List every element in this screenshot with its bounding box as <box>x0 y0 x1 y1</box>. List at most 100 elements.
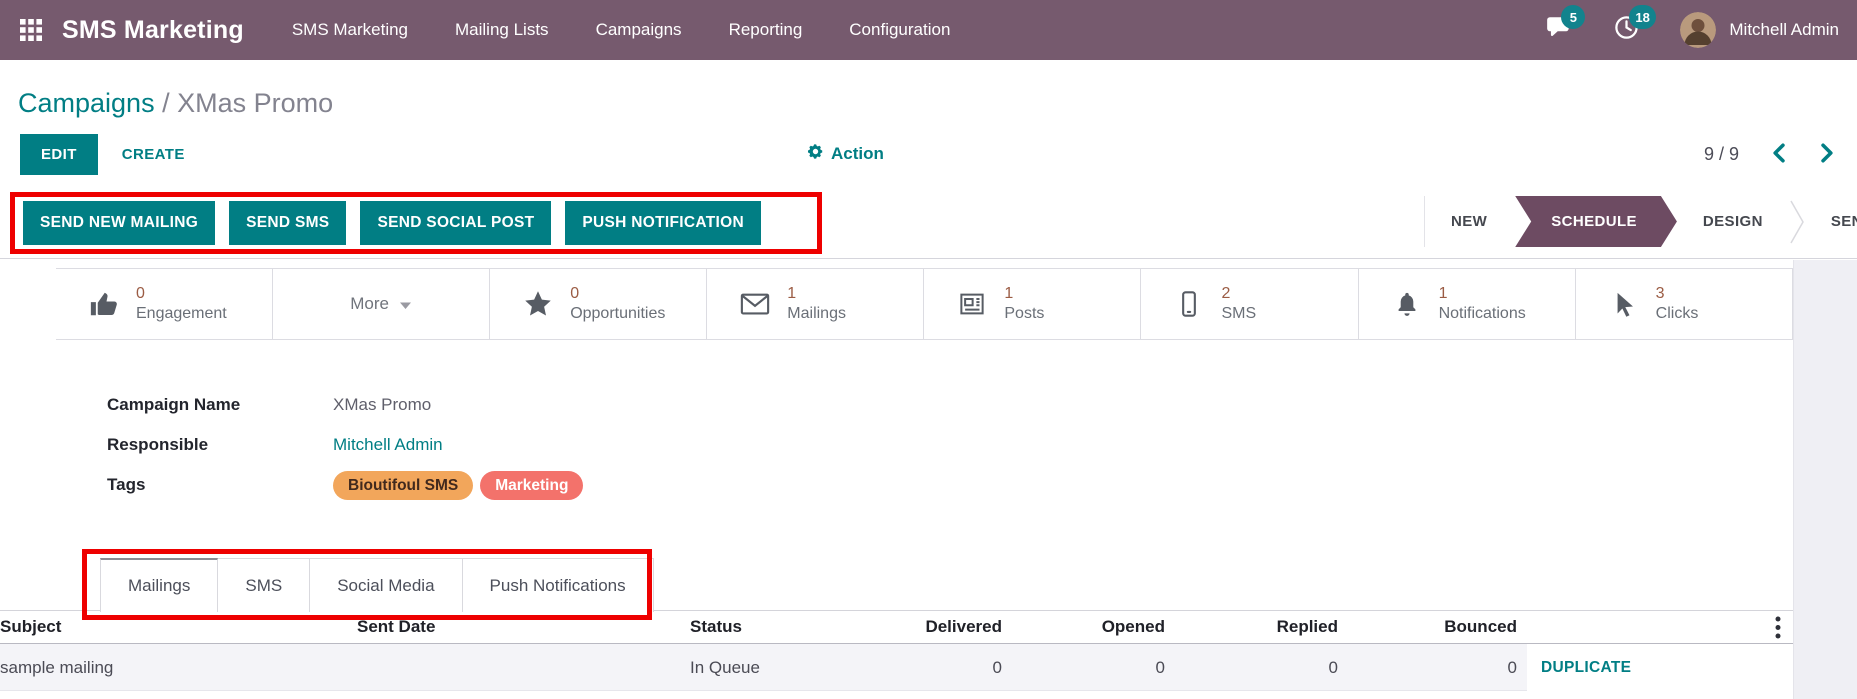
stat-button-posts[interactable]: 1 Posts <box>924 268 1141 340</box>
stat-value: 3 <box>1656 284 1699 304</box>
menu-item-campaigns[interactable]: Campaigns <box>596 20 682 40</box>
send-button-send-social-post[interactable]: SEND SOCIAL POST <box>360 201 551 245</box>
bell-icon <box>1391 289 1423 319</box>
field-responsible: Responsible Mitchell Admin <box>107 430 1857 460</box>
stage-schedule[interactable]: SCHEDULE <box>1515 196 1677 247</box>
notebook-tabs: MailingsSMSSocial MediaPush Notification… <box>100 558 1793 611</box>
responsible-value-link[interactable]: Mitchell Admin <box>333 435 443 455</box>
action-menu-label: Action <box>831 144 884 164</box>
stat-button-engagement[interactable]: 0 Engagement <box>56 268 273 340</box>
star-icon <box>522 289 554 319</box>
send-button-send-sms[interactable]: SEND SMS <box>229 201 346 245</box>
tags-list: Bioutifoul SMSMarketing <box>333 471 583 500</box>
tag-marketing: Marketing <box>480 471 583 500</box>
stage-new[interactable]: NEW <box>1425 196 1513 247</box>
pager-previous-button[interactable] <box>1769 141 1788 168</box>
stat-value: 1 <box>1004 284 1044 304</box>
table-row[interactable]: sample mailingIn Queue0000DUPLICATE <box>0 644 1793 691</box>
stat-label: Opportunities <box>570 304 665 324</box>
pager-value[interactable]: 9 / 9 <box>1704 144 1739 165</box>
stat-value: 1 <box>787 284 846 304</box>
messages-count-badge: 5 <box>1561 5 1585 29</box>
navbar-systray: 5 18 Mitchell Admin <box>1545 12 1839 48</box>
activities-button[interactable]: 18 <box>1613 16 1640 44</box>
create-button[interactable]: CREATE <box>122 146 185 163</box>
user-name: Mitchell Admin <box>1729 20 1839 40</box>
right-gutter <box>1793 260 1857 699</box>
envelope-icon <box>739 289 771 319</box>
status-pipeline: NEWSCHEDULEDESIGN SENT <box>1424 196 1857 247</box>
table-cell-sample-mailing[interactable]: sample mailing <box>0 658 357 678</box>
column-header-status[interactable]: Status <box>690 617 907 637</box>
field-campaign-name: Campaign Name XMas Promo <box>107 390 1857 420</box>
send-button-push-notification[interactable]: PUSH NOTIFICATION <box>565 201 761 245</box>
campaign-name-value: XMas Promo <box>333 395 431 415</box>
messages-button[interactable]: 5 <box>1545 16 1573 44</box>
tab-social-media[interactable]: Social Media <box>310 558 462 612</box>
breadcrumb-parent-link[interactable]: Campaigns <box>18 88 155 118</box>
mobile-icon <box>1173 289 1205 319</box>
notebook-tab-bar: MailingsSMSSocial MediaPush Notification… <box>0 558 1793 611</box>
menu-item-reporting[interactable]: Reporting <box>729 20 803 40</box>
stat-button-clicks[interactable]: 3 Clicks <box>1576 268 1793 340</box>
grid-icon[interactable] <box>18 17 44 43</box>
form-sheet: Campaign Name XMas Promo Responsible Mit… <box>107 390 1857 500</box>
stat-button-row: 0 Engagement More 0 Opportunities 1 <box>56 268 1793 340</box>
stat-label: Posts <box>1004 304 1044 324</box>
responsible-label: Responsible <box>107 435 333 455</box>
stat-button-mailings[interactable]: 1 Mailings <box>707 268 924 340</box>
user-menu[interactable]: Mitchell Admin <box>1680 12 1839 48</box>
main-menu: SMS Marketing Mailing Lists Campaigns Repor… <box>292 20 951 40</box>
column-header-subject[interactable]: Subject <box>0 617 357 637</box>
table-cell-0[interactable]: 0 <box>1175 658 1348 678</box>
table-cell-0[interactable]: 0 <box>907 658 1012 678</box>
stat-button-sms[interactable]: 2 SMS <box>1141 268 1358 340</box>
stat-button-notifications[interactable]: 1 Notifications <box>1359 268 1576 340</box>
top-navbar: SMS Marketing SMS Marketing Mailing Lists… <box>0 0 1857 60</box>
caret-down-icon <box>399 301 412 310</box>
tags-label: Tags <box>107 475 333 495</box>
activities-count-badge: 18 <box>1629 5 1655 29</box>
stat-value: 0 <box>136 284 227 304</box>
annotation-box-send-buttons: SEND NEW MAILING SEND SMS SEND SOCIAL POST… <box>10 192 822 254</box>
cursor-icon <box>1608 289 1640 319</box>
kebab-icon[interactable] <box>1775 611 1781 644</box>
column-header-opened[interactable]: Opened <box>1012 617 1175 637</box>
table-cell-0[interactable]: 0 <box>1012 658 1175 678</box>
gear-icon <box>807 143 824 165</box>
breadcrumb-separator: / <box>155 88 178 118</box>
sms-marketing-app-window: SMS Marketing SMS Marketing Mailing Lists… <box>0 0 1857 699</box>
mailings-table: SubjectSent DateStatusDeliveredOpenedRep… <box>0 611 1793 691</box>
stat-label: SMS <box>1221 304 1256 324</box>
tab-mailings[interactable]: Mailings <box>100 558 218 612</box>
column-header-sent-date[interactable]: Sent Date <box>357 617 690 637</box>
table-cell-in-queue[interactable]: In Queue <box>690 658 907 678</box>
stage-design[interactable]: DESIGN <box>1677 196 1789 247</box>
tab-sms[interactable]: SMS <box>218 558 310 612</box>
column-header-bounced[interactable]: Bounced <box>1348 617 1527 637</box>
menu-item-sms-marketing[interactable]: SMS Marketing <box>292 20 408 40</box>
app-brand[interactable]: SMS Marketing <box>62 16 244 45</box>
pager: 9 / 9 <box>1704 141 1837 168</box>
thumbs-up-icon <box>88 289 120 319</box>
table-cell-0[interactable]: 0 <box>1348 658 1527 678</box>
field-tags: Tags Bioutifoul SMSMarketing <box>107 470 1857 500</box>
stat-label: Mailings <box>787 304 846 324</box>
action-menu-button[interactable]: Action <box>807 143 884 165</box>
stat-label: Engagement <box>136 304 227 324</box>
table-cell-duplicate[interactable]: DUPLICATE <box>1527 644 1793 691</box>
menu-item-configuration[interactable]: Configuration <box>849 20 950 40</box>
campaign-name-label: Campaign Name <box>107 395 333 415</box>
send-button-send-new-mailing[interactable]: SEND NEW MAILING <box>23 201 215 245</box>
pager-next-button[interactable] <box>1818 141 1837 168</box>
menu-item-mailing-lists[interactable]: Mailing Lists <box>455 20 549 40</box>
control-panel: EDIT CREATE Action 9 / 9 <box>0 124 1857 184</box>
stat-button-opportunities[interactable]: 0 Opportunities <box>490 268 707 340</box>
tab-push-notifications[interactable]: Push Notifications <box>463 558 654 612</box>
stat-button-more[interactable]: More <box>273 268 490 340</box>
stage-sent[interactable]: SENT <box>1805 196 1857 247</box>
chevron-left-icon <box>1771 143 1786 166</box>
column-header-replied[interactable]: Replied <box>1175 617 1348 637</box>
column-header-delivered[interactable]: Delivered <box>907 617 1012 637</box>
edit-button[interactable]: EDIT <box>20 134 98 175</box>
